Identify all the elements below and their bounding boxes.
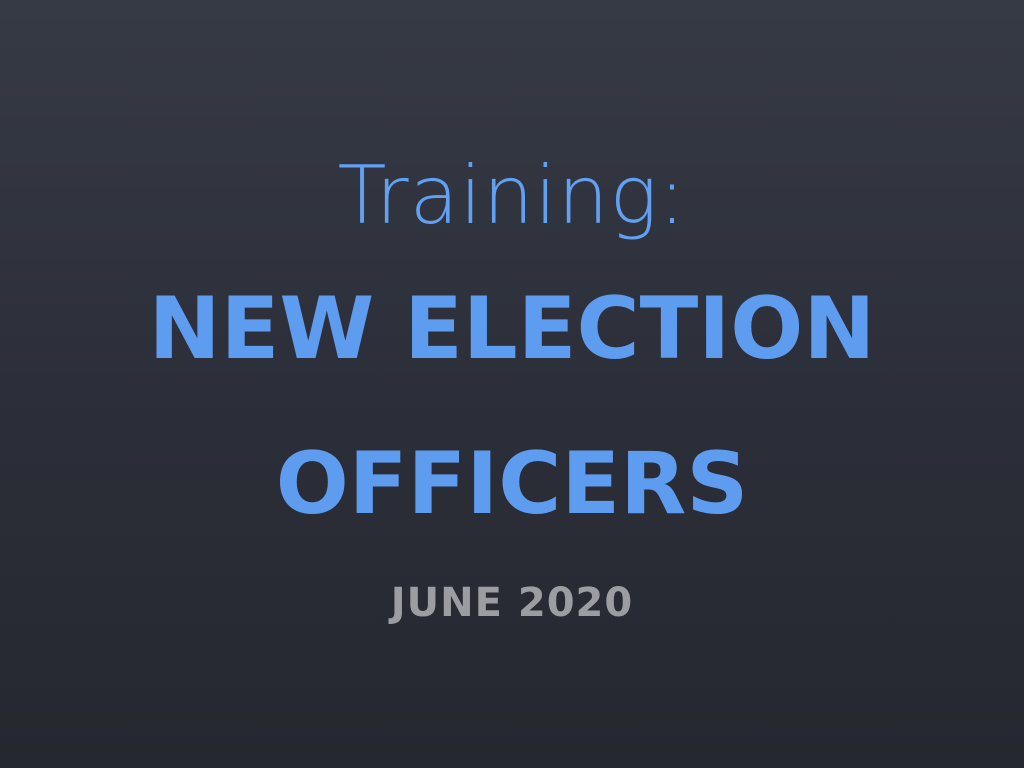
slide-title-line-2: OFFICERS bbox=[275, 434, 749, 534]
slide-date: JUNE 2020 bbox=[390, 580, 634, 626]
title-slide: Training: NEW ELECTION OFFICERS JUNE 202… bbox=[0, 0, 1024, 768]
slide-title-line-1: NEW ELECTION bbox=[148, 279, 876, 379]
slide-subtitle: Training: bbox=[337, 149, 687, 242]
